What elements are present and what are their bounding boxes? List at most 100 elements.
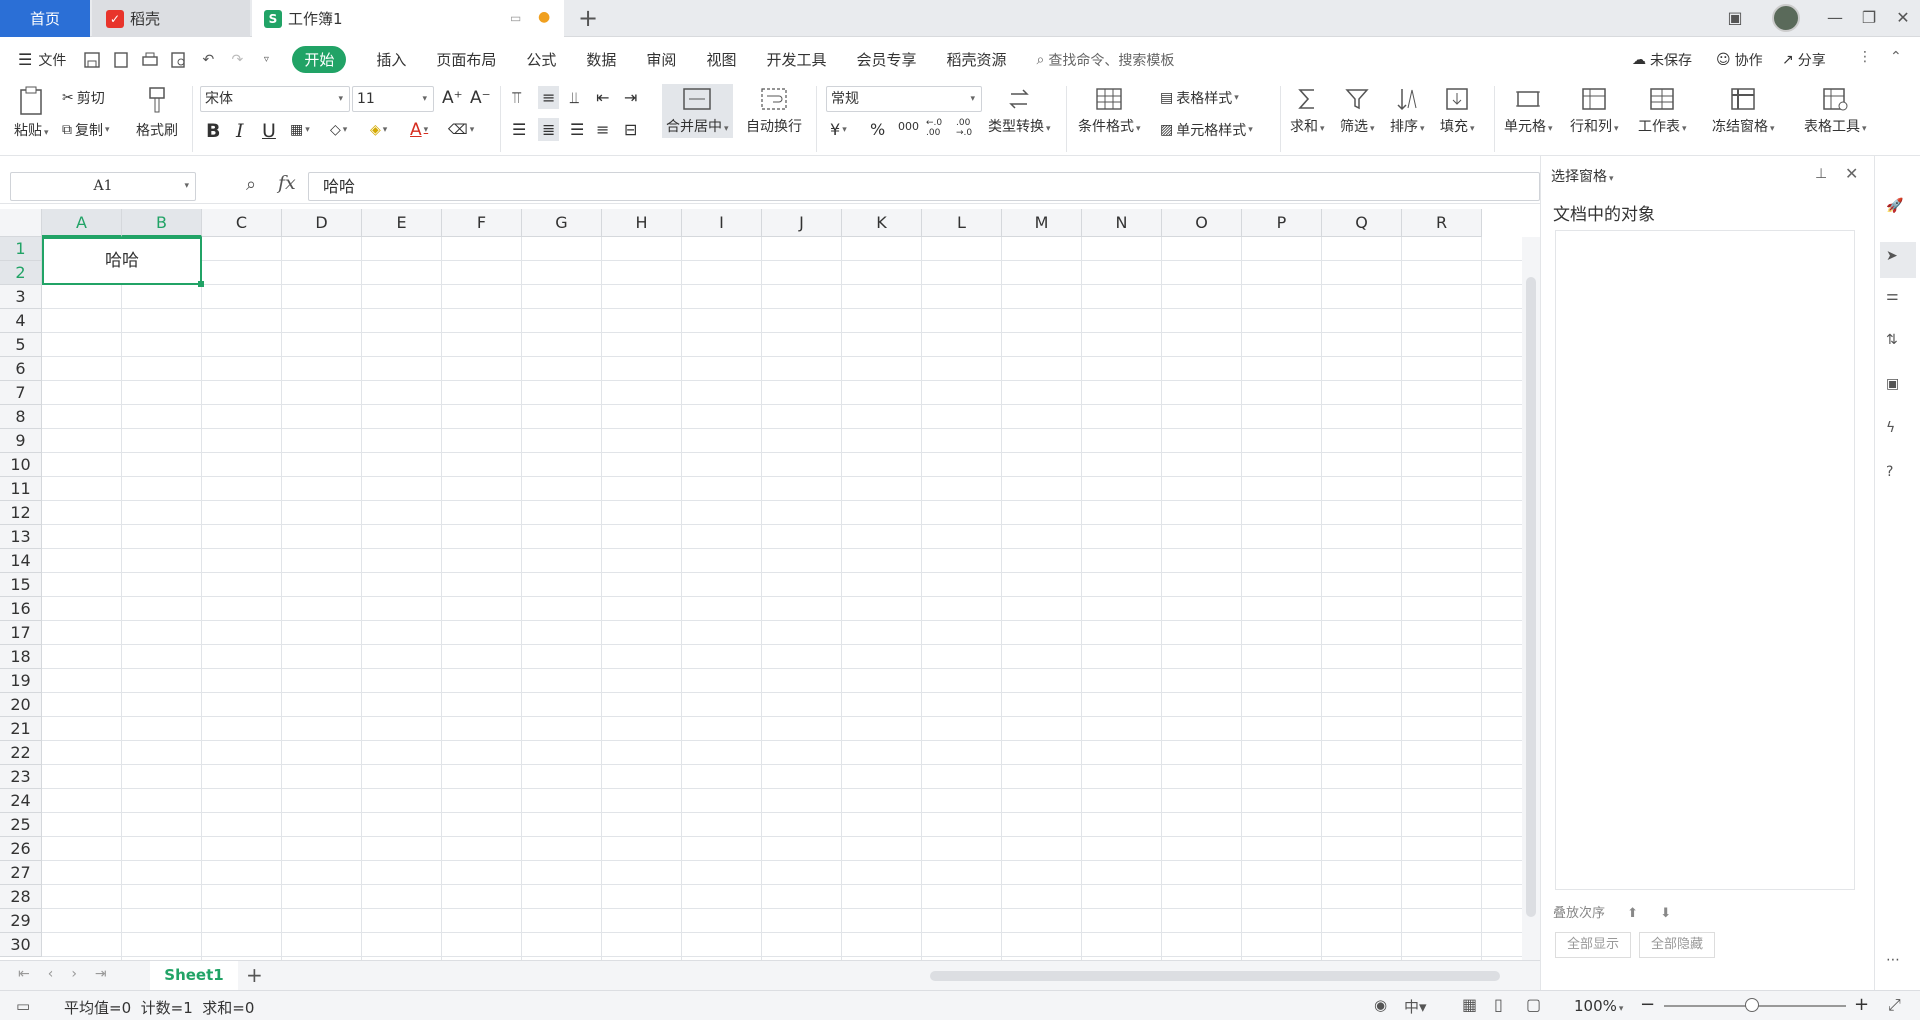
tab-view[interactable]: 视图: [706, 49, 736, 70]
window-layout-icon[interactable]: ▣: [1722, 6, 1748, 30]
minimize-icon[interactable]: —: [1822, 6, 1848, 30]
tab-docer[interactable]: ✓ 稻壳: [92, 0, 250, 37]
pane-title[interactable]: 选择窗格 ▾: [1551, 166, 1614, 186]
zoom-in-button[interactable]: +: [1854, 994, 1869, 1015]
wrap-text-button[interactable]: 自动换行: [746, 86, 802, 136]
image-edit-icon[interactable]: ▣: [1886, 376, 1910, 400]
page-break-view-icon[interactable]: ▢: [1526, 995, 1541, 1014]
vertical-scrollbar[interactable]: [1522, 237, 1540, 960]
tab-page-layout[interactable]: 页面布局: [436, 49, 496, 70]
add-sheet-button[interactable]: +: [246, 963, 263, 987]
column-header-i[interactable]: I: [682, 209, 762, 237]
collapse-ribbon-icon[interactable]: ⌃: [1890, 49, 1902, 65]
unsaved-button[interactable]: ☁ 未保存: [1632, 50, 1692, 70]
eye-protection-icon[interactable]: ◉: [1374, 996, 1387, 1014]
row-header-18[interactable]: 18: [0, 645, 42, 669]
italic-button[interactable]: I: [236, 120, 244, 142]
new-tab-button[interactable]: +: [574, 4, 602, 32]
row-header-6[interactable]: 6: [0, 357, 42, 381]
row-header-29[interactable]: 29: [0, 909, 42, 933]
row-header-27[interactable]: 27: [0, 861, 42, 885]
distribute-icon[interactable]: ⊟: [624, 120, 637, 139]
border-icon[interactable]: ▦ ▾: [290, 122, 310, 138]
formula-input[interactable]: 哈哈: [308, 172, 1540, 201]
outdent-icon[interactable]: ⇤: [596, 88, 609, 107]
pane-close-icon[interactable]: ✕: [1845, 164, 1858, 183]
column-header-d[interactable]: D: [282, 209, 362, 237]
row-header-5[interactable]: 5: [0, 333, 42, 357]
hide-all-button[interactable]: 全部隐藏: [1639, 932, 1715, 958]
fill-color-icon[interactable]: ◈ ▾: [370, 122, 387, 138]
align-top-icon[interactable]: ⫪: [512, 88, 521, 108]
table-tools-button[interactable]: 表格工具 ▾: [1804, 86, 1867, 136]
redo-icon[interactable]: ↷: [225, 48, 249, 72]
tab-formulas[interactable]: 公式: [526, 49, 556, 70]
underline-button[interactable]: U: [262, 120, 276, 142]
eraser-icon[interactable]: ⌫ ▾: [448, 122, 474, 138]
tab-docer-resources[interactable]: 稻壳资源: [946, 49, 1006, 70]
column-header-c[interactable]: C: [202, 209, 282, 237]
row-header-9[interactable]: 9: [0, 429, 42, 453]
avatar[interactable]: [1772, 4, 1800, 32]
column-header-m[interactable]: M: [1002, 209, 1082, 237]
align-left-icon[interactable]: ☰: [512, 120, 526, 139]
row-header-26[interactable]: 26: [0, 837, 42, 861]
row-col-button[interactable]: 行和列 ▾: [1570, 86, 1619, 136]
spreadsheet-grid[interactable]: ABCDEFGHIJKLMNOPQR 1 2 3 4 5 6 7 8 9 10 11 12 13 14 15…: [0, 209, 1540, 960]
move-up-icon[interactable]: ⬆: [1627, 906, 1638, 921]
sort-button[interactable]: 排序 ▾: [1390, 86, 1425, 136]
number-format-select[interactable]: 常规 ▾: [826, 86, 982, 112]
font-size-select[interactable]: 11 ▾: [352, 86, 434, 112]
cell-button[interactable]: 单元格 ▾: [1504, 86, 1553, 136]
command-search[interactable]: ⌕ 查找命令、搜索模板: [1037, 50, 1175, 70]
decimal-increase-button[interactable]: ←.0 .00: [926, 118, 950, 138]
tab-data[interactable]: 数据: [586, 49, 616, 70]
column-header-b[interactable]: B: [122, 209, 202, 237]
column-header-j[interactable]: J: [762, 209, 842, 237]
undo-icon[interactable]: ↶: [196, 48, 220, 72]
copy-button[interactable]: ⧉ 复制 ▾: [62, 120, 110, 140]
column-header-n[interactable]: N: [1082, 209, 1162, 237]
vertical-scroll-thumb[interactable]: [1526, 277, 1536, 917]
zoom-select[interactable]: 100% ▾: [1574, 997, 1623, 1015]
column-header-q[interactable]: Q: [1322, 209, 1402, 237]
show-all-button[interactable]: 全部显示: [1555, 932, 1631, 958]
more-icon[interactable]: ⋮: [1858, 49, 1872, 65]
row-header-23[interactable]: 23: [0, 765, 42, 789]
tab-workbook[interactable]: S 工作簿1 ▭ ●: [252, 0, 564, 37]
align-bottom-icon[interactable]: ⫫: [570, 88, 579, 108]
file-menu[interactable]: ☰ 文件: [18, 50, 66, 70]
sum-button[interactable]: 求和 ▾: [1290, 86, 1325, 136]
tab-home[interactable]: 首页: [0, 0, 90, 37]
page-layout-view-icon[interactable]: ▯: [1494, 995, 1503, 1014]
cell-fill-style-icon[interactable]: ◇ ▾: [330, 122, 347, 138]
filter-button[interactable]: 筛选 ▾: [1340, 86, 1375, 136]
row-header-16[interactable]: 16: [0, 597, 42, 621]
table-style-button[interactable]: ▤ 表格样式 ▾: [1160, 88, 1239, 108]
zoom-slider-thumb[interactable]: [1745, 998, 1759, 1012]
decrease-font-icon[interactable]: A⁻: [470, 88, 491, 108]
tab-developer[interactable]: 开发工具: [766, 49, 826, 70]
object-list[interactable]: [1555, 230, 1855, 890]
merge-center-button[interactable]: 合并居中 ▾: [662, 84, 733, 138]
worksheet-button[interactable]: 工作表 ▾: [1638, 86, 1687, 136]
align-center-icon[interactable]: ≣: [538, 118, 560, 141]
fill-button[interactable]: 填充 ▾: [1440, 86, 1475, 136]
bold-button[interactable]: B: [206, 120, 220, 142]
row-header-3[interactable]: 3: [0, 285, 42, 309]
save-icon[interactable]: [80, 48, 104, 72]
row-header-17[interactable]: 17: [0, 621, 42, 645]
freeze-panes-button[interactable]: 冻结窗格 ▾: [1712, 86, 1775, 136]
restore-icon[interactable]: ❐: [1856, 6, 1882, 30]
merged-cell-a1-b2[interactable]: 哈哈: [42, 237, 202, 285]
zoom-search-icon[interactable]: ⌕: [246, 174, 256, 195]
move-down-icon[interactable]: ⬇: [1660, 906, 1671, 921]
rocket-icon[interactable]: 🚀: [1886, 198, 1910, 222]
zoom-out-button[interactable]: −: [1640, 994, 1655, 1015]
type-convert-button[interactable]: 类型转换 ▾: [988, 86, 1051, 136]
sliders-icon[interactable]: ⚌: [1886, 288, 1910, 312]
row-header-7[interactable]: 7: [0, 381, 42, 405]
column-header-k[interactable]: K: [842, 209, 922, 237]
justify-icon[interactable]: ≡: [596, 120, 609, 139]
input-method-icon[interactable]: 中▾: [1404, 996, 1427, 1017]
